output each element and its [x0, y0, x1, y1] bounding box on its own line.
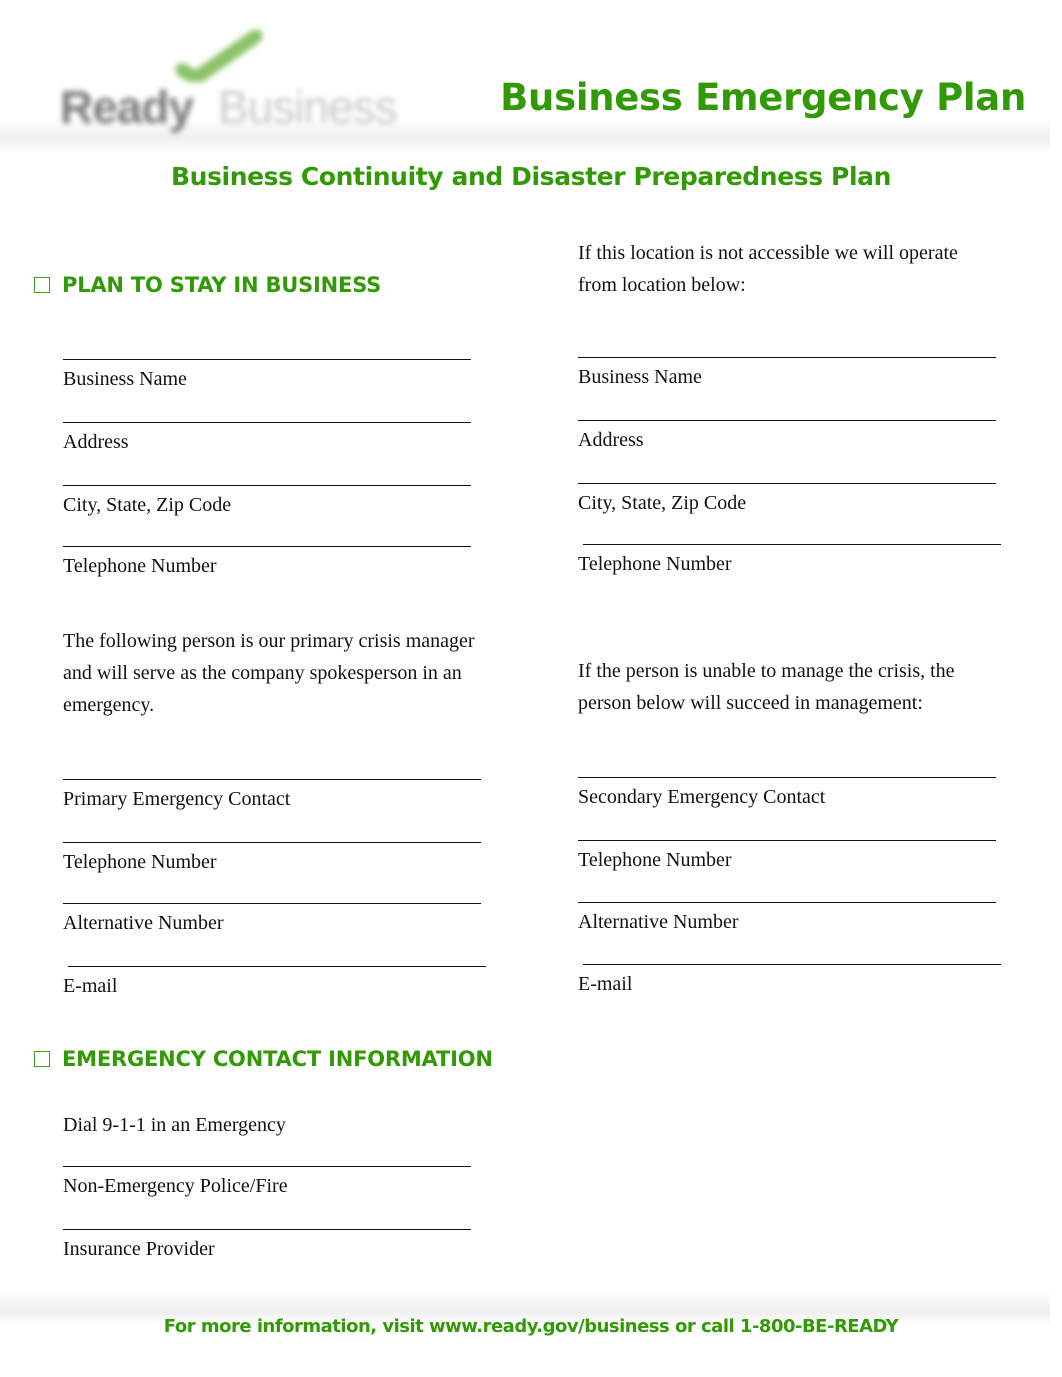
footer-info: For more information, visit www.ready.go… — [163, 1316, 899, 1337]
field-label: Secondary Emergency Contact — [578, 786, 826, 808]
field-alternate-business-name[interactable]: Business Name — [578, 357, 996, 389]
blank-line[interactable] — [63, 422, 471, 423]
logo-word-ready: Ready — [60, 81, 194, 133]
document-subtitle: Business Continuity and Disaster Prepare… — [171, 162, 891, 191]
field-secondary-contact-email[interactable]: E-mail — [578, 964, 1001, 996]
field-label: E-mail — [578, 973, 633, 995]
field-primary-business-name[interactable]: Business Name — [63, 359, 471, 391]
field-label: Address — [578, 429, 644, 451]
section-heading-plan: PLAN TO STAY IN BUSINESS — [34, 273, 381, 297]
primary-contact-intro: The following person is our primary cris… — [63, 630, 475, 716]
field-primary-contact-telephone[interactable]: Telephone Number — [63, 842, 481, 874]
field-secondary-contact-telephone[interactable]: Telephone Number — [578, 840, 996, 872]
blank-line[interactable] — [68, 966, 486, 967]
blank-line[interactable] — [63, 546, 471, 547]
field-alternate-telephone[interactable]: Telephone Number — [578, 544, 1001, 576]
field-label: City, State, Zip Code — [63, 494, 232, 516]
secondary-contact-intro: If the person is unable to manage the cr… — [578, 660, 955, 714]
ready-business-logo: Ready Business — [28, 12, 398, 133]
field-primary-contact-alternative[interactable]: Alternative Number — [63, 903, 481, 935]
field-label: Alternative Number — [578, 911, 739, 933]
plan-section-title: PLAN TO STAY IN BUSINESS — [62, 273, 382, 297]
emergency-section-title: EMERGENCY CONTACT INFORMATION — [62, 1047, 493, 1071]
blank-line[interactable] — [578, 840, 996, 841]
blank-line[interactable] — [63, 842, 481, 843]
field-label: Business Name — [578, 366, 702, 388]
field-non-emergency-police-fire[interactable]: Non-Emergency Police/Fire — [63, 1166, 471, 1198]
field-label: Telephone Number — [578, 553, 732, 575]
field-primary-contact-email[interactable]: E-mail — [63, 966, 486, 998]
field-secondary-contact[interactable]: Secondary Emergency Contact — [578, 777, 996, 809]
plan-section-checkbox[interactable] — [34, 277, 50, 293]
field-label: Telephone Number — [63, 851, 217, 873]
field-alternate-city-state-zip[interactable]: City, State, Zip Code — [578, 483, 996, 515]
blank-line[interactable] — [63, 903, 481, 904]
blank-line[interactable] — [63, 779, 481, 780]
field-alternate-address[interactable]: Address — [578, 420, 996, 452]
field-label: Non-Emergency Police/Fire — [63, 1175, 288, 1197]
field-secondary-contact-alternative[interactable]: Alternative Number — [578, 902, 996, 934]
field-primary-telephone[interactable]: Telephone Number — [63, 546, 471, 578]
field-label: Telephone Number — [578, 849, 732, 871]
document-title: Business Emergency Plan — [500, 76, 1026, 119]
blank-line[interactable] — [63, 359, 471, 360]
field-label: Alternative Number — [63, 912, 224, 934]
blank-line[interactable] — [578, 902, 996, 903]
field-primary-contact[interactable]: Primary Emergency Contact — [63, 779, 481, 811]
blank-line[interactable] — [578, 777, 996, 778]
field-label: E-mail — [63, 975, 118, 997]
blank-line[interactable] — [578, 483, 996, 484]
alternate-location-intro: If this location is not accessible we wi… — [578, 242, 958, 296]
dial-911-note: Dial 9-1-1 in an Emergency — [63, 1114, 286, 1136]
emergency-section-checkbox[interactable] — [34, 1051, 50, 1067]
field-label: Telephone Number — [63, 555, 217, 577]
field-primary-address[interactable]: Address — [63, 422, 471, 454]
blank-line[interactable] — [578, 357, 996, 358]
field-label: Primary Emergency Contact — [63, 788, 291, 810]
field-label: Insurance Provider — [63, 1238, 215, 1260]
blank-line[interactable] — [583, 544, 1001, 545]
checkmark-icon — [176, 30, 262, 82]
section-heading-emergency-contacts: EMERGENCY CONTACT INFORMATION — [34, 1047, 493, 1071]
blank-line[interactable] — [63, 1166, 471, 1167]
field-primary-city-state-zip[interactable]: City, State, Zip Code — [63, 485, 471, 517]
blank-line[interactable] — [63, 485, 471, 486]
field-label: Business Name — [63, 368, 187, 390]
field-label: Address — [63, 431, 129, 453]
logo-word-business: Business — [218, 81, 398, 133]
field-insurance-provider[interactable]: Insurance Provider — [63, 1229, 471, 1261]
field-label: City, State, Zip Code — [578, 492, 747, 514]
blank-line[interactable] — [578, 420, 996, 421]
blank-line[interactable] — [63, 1229, 471, 1230]
blank-line[interactable] — [583, 964, 1001, 965]
